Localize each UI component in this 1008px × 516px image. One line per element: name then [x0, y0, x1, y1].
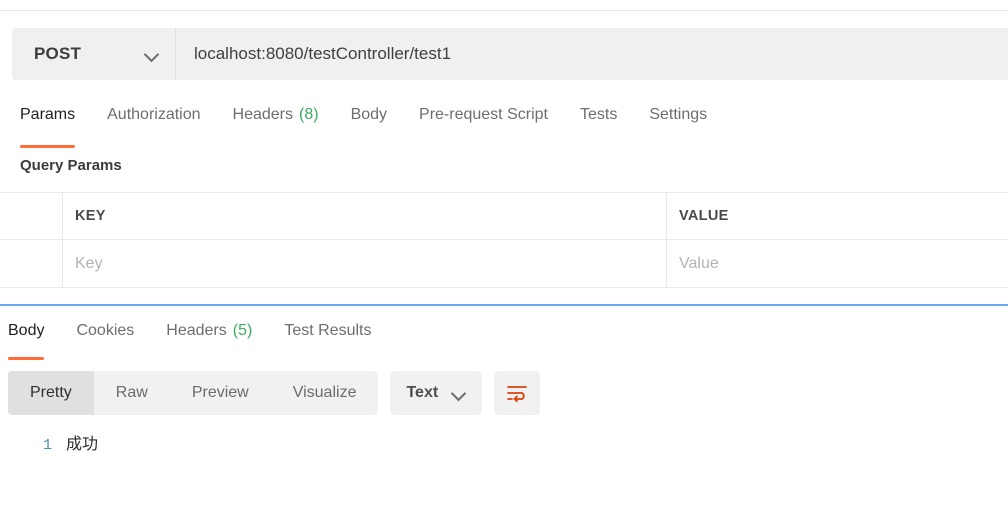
request-tabs: Params Authorization Headers (8) Body Pr…	[0, 102, 1008, 148]
view-mode-preview[interactable]: Preview	[170, 371, 271, 415]
view-mode-raw-label: Raw	[115, 384, 148, 401]
chevron-down-icon	[145, 47, 159, 61]
url-bar: POST localhost:8080/testController/test1	[12, 28, 1008, 80]
view-mode-group: Pretty Raw Preview Visualize	[8, 371, 379, 415]
tab-settings[interactable]: Settings	[633, 102, 723, 142]
tab-tests[interactable]: Tests	[564, 102, 633, 142]
response-tab-test-results[interactable]: Test Results	[268, 318, 387, 356]
tab-headers[interactable]: Headers (8)	[217, 102, 335, 142]
top-divider	[0, 10, 1008, 11]
query-params-table: KEY VALUE Key Value	[0, 192, 1008, 288]
postman-request-response-pane: POST localhost:8080/testController/test1…	[0, 0, 1008, 516]
view-mode-pretty-label: Pretty	[30, 384, 72, 401]
response-format-label: Text	[406, 384, 439, 401]
column-header-value: VALUE	[667, 193, 1008, 240]
response-format-select[interactable]: Text	[390, 371, 483, 415]
param-key-placeholder: Key	[75, 254, 103, 272]
response-tab-cookies-label: Cookies	[76, 322, 135, 339]
response-tab-test-results-label: Test Results	[284, 322, 372, 339]
view-mode-visualize[interactable]: Visualize	[271, 371, 379, 415]
url-input[interactable]: localhost:8080/testController/test1	[176, 28, 1008, 80]
http-method-select[interactable]: POST	[12, 28, 176, 80]
tab-params-label: Params	[20, 106, 76, 123]
select-all-checkbox-cell[interactable]	[0, 192, 63, 240]
param-key-input[interactable]: Key	[63, 240, 667, 287]
tab-pre-request-script-label: Pre-request Script	[419, 106, 548, 123]
table-row: Key Value	[0, 240, 1008, 287]
word-wrap-button[interactable]	[494, 371, 541, 415]
tab-authorization[interactable]: Authorization	[91, 102, 216, 142]
response-tab-headers-count: (5)	[232, 322, 253, 339]
column-header-key-label: KEY	[75, 208, 106, 224]
response-tabs: Body Cookies Headers (5) Test Results	[0, 318, 1008, 360]
line-content: 成功	[66, 436, 99, 454]
tab-pre-request-script[interactable]: Pre-request Script	[403, 102, 564, 142]
query-params-title: Query Params	[20, 157, 122, 174]
word-wrap-icon	[507, 386, 528, 402]
column-header-value-label: VALUE	[679, 208, 729, 224]
view-mode-visualize-label: Visualize	[292, 384, 357, 401]
column-header-key: KEY	[63, 192, 667, 240]
tab-tests-label: Tests	[579, 106, 618, 123]
view-mode-pretty[interactable]: Pretty	[8, 371, 94, 415]
response-tab-body[interactable]: Body	[0, 318, 60, 360]
tab-headers-label: Headers	[232, 106, 293, 123]
url-text: localhost:8080/testController/test1	[194, 44, 452, 63]
tab-body-label: Body	[350, 106, 388, 123]
response-tab-cookies[interactable]: Cookies	[60, 318, 150, 356]
tab-authorization-label: Authorization	[107, 106, 201, 123]
http-method-label: POST	[34, 44, 82, 63]
response-body-viewer[interactable]: 1 成功	[0, 430, 1008, 516]
pane-splitter[interactable]	[0, 304, 1008, 306]
view-mode-raw[interactable]: Raw	[94, 371, 170, 415]
param-value-placeholder: Value	[679, 254, 719, 272]
table-header-row: KEY VALUE	[0, 192, 1008, 240]
row-checkbox-cell[interactable]	[0, 240, 63, 287]
tab-params[interactable]: Params	[14, 102, 91, 148]
tab-body[interactable]: Body	[335, 102, 403, 142]
tab-headers-count: (8)	[299, 106, 319, 123]
code-line: 1 成功	[0, 430, 1008, 458]
param-value-input[interactable]: Value	[667, 240, 1008, 287]
response-view-toolbar: Pretty Raw Preview Visualize Text	[8, 371, 541, 415]
response-tab-headers[interactable]: Headers (5)	[150, 318, 268, 356]
response-tab-body-label: Body	[8, 322, 45, 339]
chevron-down-icon	[452, 386, 466, 400]
view-mode-preview-label: Preview	[191, 384, 249, 401]
line-number: 1	[42, 437, 52, 454]
tab-settings-label: Settings	[649, 106, 708, 123]
response-tab-headers-label: Headers	[166, 322, 227, 339]
